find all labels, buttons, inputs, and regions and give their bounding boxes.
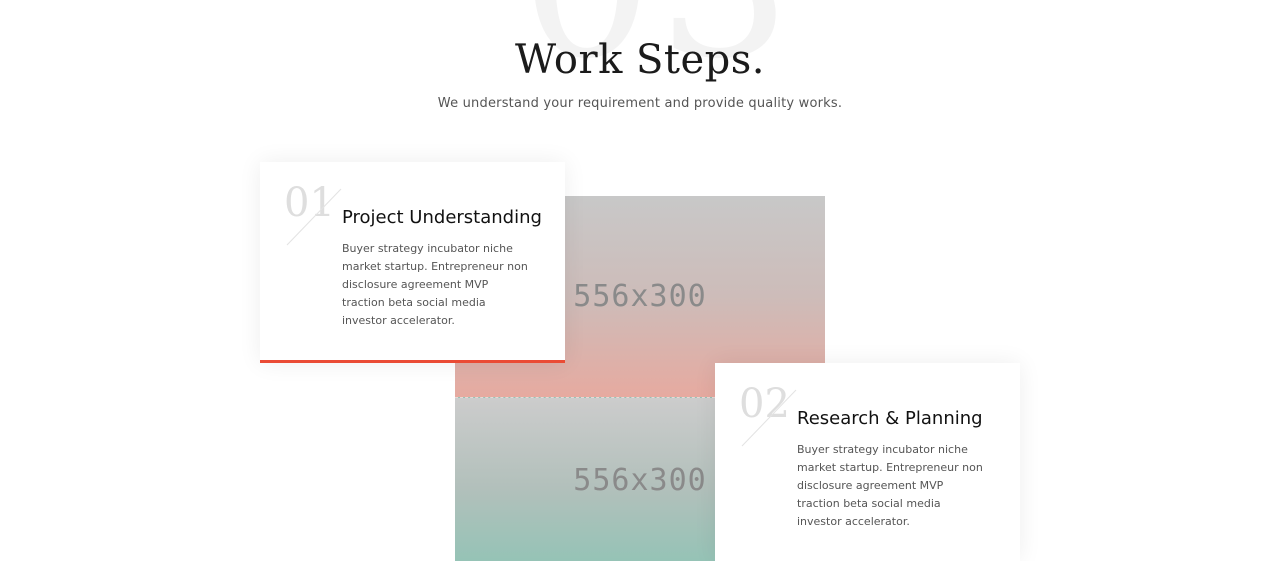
step-card-2: 02 Research & Planning Buyer strategy in…	[715, 363, 1020, 561]
step-description: Buyer strategy incubator niche market st…	[342, 242, 528, 327]
step-card-1: 01 Project Understanding Buyer strategy …	[260, 162, 565, 363]
step-title: Project Understanding	[342, 207, 542, 228]
image-size-label: 556x300	[573, 279, 707, 314]
image-size-label: 556x300	[573, 462, 707, 498]
diagonal-line-icon	[286, 188, 342, 246]
step-image-placeholder-2: 556x300	[455, 397, 715, 561]
step-title: Research & Planning	[797, 408, 983, 429]
diagonal-line-icon	[741, 389, 797, 447]
section-title: Work Steps.	[514, 37, 766, 83]
step-description: Buyer strategy incubator niche market st…	[797, 443, 983, 528]
work-steps-section: 03 Work Steps. We understand your requir…	[0, 0, 1280, 561]
section-subtitle: We understand your requirement and provi…	[437, 96, 843, 111]
